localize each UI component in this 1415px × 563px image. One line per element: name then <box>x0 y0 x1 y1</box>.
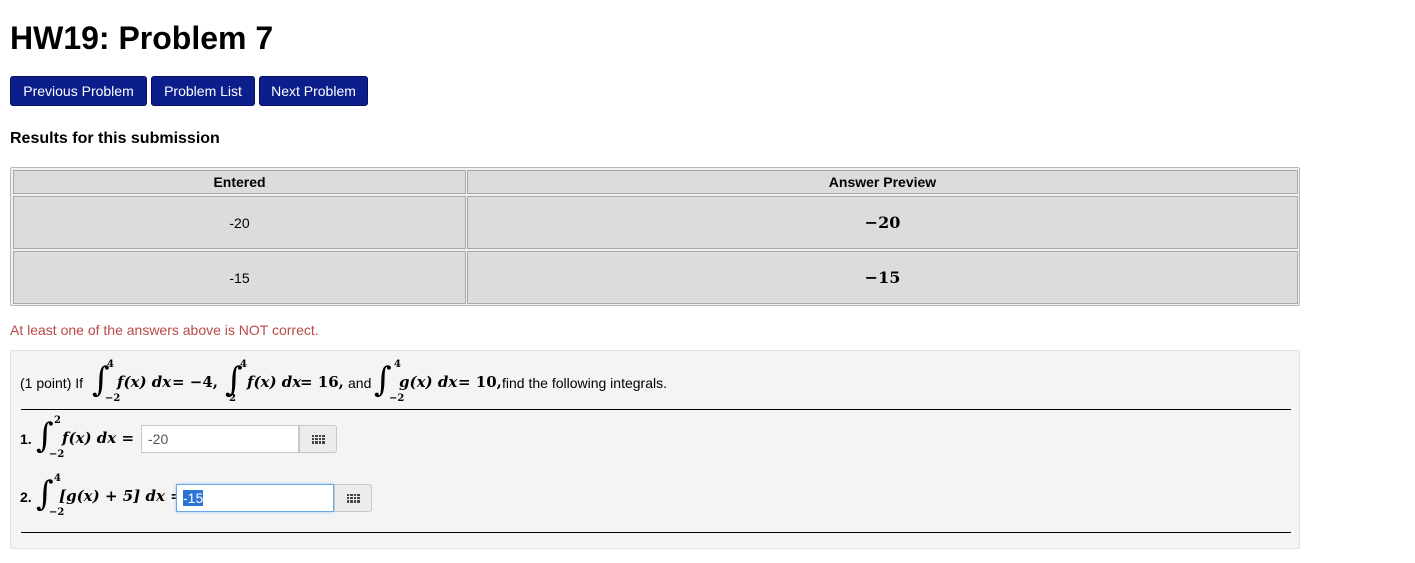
preview-cell-1: −20 <box>467 196 1298 249</box>
results-table: Entered Answer Preview -20 −20 -15 −15 <box>10 167 1300 306</box>
next-problem-button[interactable]: Next Problem <box>259 76 368 106</box>
connector-text: and <box>348 375 372 391</box>
entered-cell-2: -15 <box>13 251 466 304</box>
problem-box: (1 point) If ∫ 4 −2 f(x) dx = −4, ∫ 4 2 … <box>10 350 1300 549</box>
integral-sign-icon: ∫ <box>36 416 54 456</box>
page-title: HW19: Problem 7 <box>10 20 274 56</box>
lower-limit: −2 <box>105 393 121 404</box>
integrand: f(x) dx <box>247 373 302 391</box>
integrand: f(x) dx <box>117 373 172 391</box>
previous-problem-button[interactable]: Previous Problem <box>10 76 147 106</box>
integrand: f(x) dx = <box>62 429 135 447</box>
lower-limit: −2 <box>389 393 405 404</box>
part-2-label: 2. <box>20 489 32 505</box>
integral-sign-icon: ∫ <box>36 474 54 514</box>
problem-list-button[interactable]: Problem List <box>151 76 255 106</box>
integrand: [g(x) + 5] dx = <box>59 487 183 505</box>
upper-limit: 4 <box>394 359 401 370</box>
answer-input-1[interactable] <box>141 425 299 453</box>
keyboard-grid-icon <box>311 434 325 444</box>
preview-cell-2: −15 <box>467 251 1298 304</box>
keyboard-grid-icon <box>346 493 360 503</box>
column-header-entered: Entered <box>13 170 466 194</box>
integral-value: = 10, <box>458 373 502 391</box>
math-keyboard-button-1[interactable] <box>299 425 337 453</box>
entered-cell-1: -20 <box>13 196 466 249</box>
integral-sign-icon: ∫ <box>374 360 392 400</box>
part-1-label: 1. <box>20 431 32 447</box>
problem-points-label: (1 point) If <box>20 375 84 391</box>
integrand: g(x) dx <box>399 373 458 391</box>
math-keyboard-button-2[interactable] <box>334 484 372 512</box>
lower-limit: −2 <box>49 507 65 518</box>
lower-limit: 2 <box>229 393 236 404</box>
upper-limit: 4 <box>240 359 247 370</box>
answer-input-2[interactable]: -15 <box>176 484 334 512</box>
upper-limit: 2 <box>54 415 61 426</box>
column-header-answer-preview: Answer Preview <box>467 170 1298 194</box>
instruction-text: find the following integrals. <box>502 375 667 391</box>
lower-limit: −2 <box>49 449 65 460</box>
answer-input-2-value: -15 <box>183 490 204 506</box>
integral-value: = 16, <box>300 373 344 391</box>
upper-limit: 4 <box>54 473 61 484</box>
divider-top <box>21 409 1291 410</box>
divider-bottom <box>21 532 1291 533</box>
integral-value: = −4, <box>172 373 219 391</box>
results-heading: Results for this submission <box>10 130 220 147</box>
incorrect-answer-message: At least one of the answers above is NOT… <box>10 322 319 338</box>
upper-limit: 4 <box>107 359 114 370</box>
